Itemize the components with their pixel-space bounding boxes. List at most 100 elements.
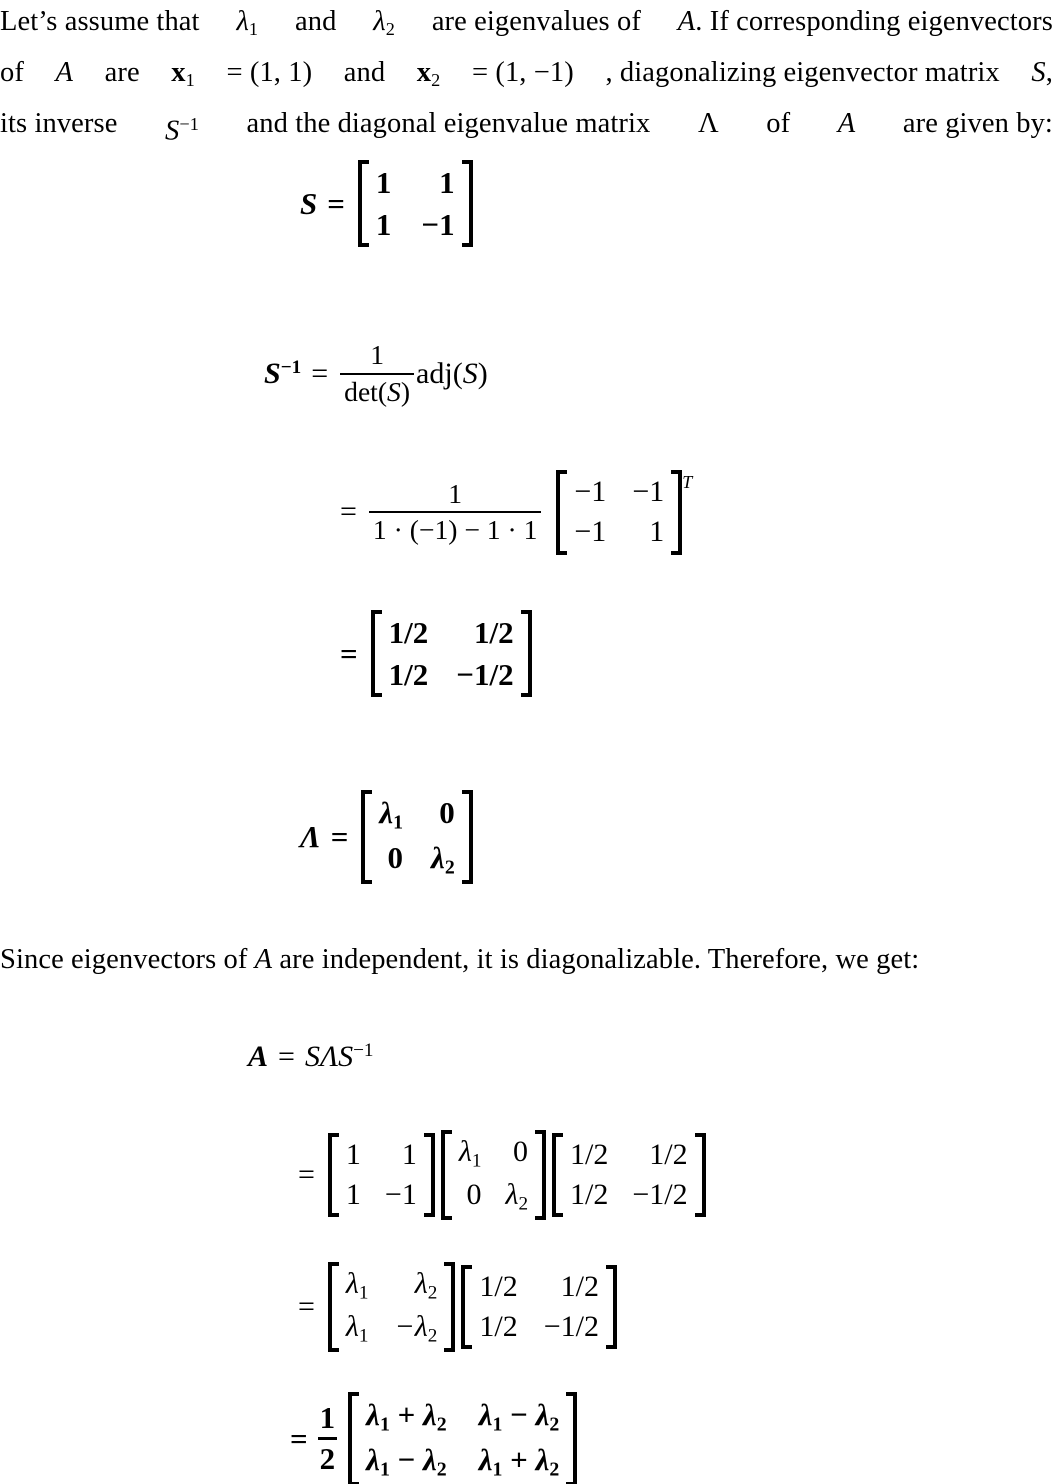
equation-S-inverse-result: = 1/2 1/2 1/2 −1/2 — [330, 610, 535, 698]
cell-subscript: 1 — [358, 1282, 369, 1304]
cell-term-2: λ — [423, 1397, 437, 1432]
cell-sub-1: 1 — [492, 1458, 503, 1481]
cell-term-2: λ — [423, 1441, 437, 1477]
matrix-S-inverse: 1/2 1/2 1/2 −1/2 — [368, 610, 535, 698]
cell-term-1: λ — [478, 1441, 493, 1477]
matrix-A-symbol-4: A — [254, 944, 273, 975]
intro-text-a: Let’s assume that — [0, 6, 200, 37]
matrix-S-inverse-exponent: −1 — [179, 114, 199, 135]
matrix-cell: λ1 — [458, 1133, 483, 1174]
cell-base: 0 — [466, 1177, 482, 1211]
adj-argument: S — [462, 356, 478, 390]
matrix-grid: 1/2 1/2 1/2 −1/2 — [472, 1265, 606, 1350]
equation-A-final: = 1 2 λ1 + λ2 λ1 − λ2 λ1 − λ2 λ1 + λ2 — [280, 1392, 580, 1484]
cell-base: 0 — [387, 839, 404, 875]
matrix-grid: λ1 λ2 λ1 −λ2 — [339, 1262, 444, 1352]
adj-expression: adj(S) — [416, 357, 488, 391]
matrix-cell: 1 — [345, 1177, 361, 1211]
fraction-one-half: 1 2 — [317, 1401, 338, 1477]
cell-base: 0 — [439, 795, 455, 830]
cell-sub-1: 1 — [379, 1413, 390, 1436]
intro-line3-b: and the diagonal eigenvalue matrix — [246, 108, 651, 140]
fraction-numerator: 1 — [448, 477, 463, 509]
bracket-right — [566, 1392, 578, 1484]
eigenvector-x1-subscript: 1 — [185, 70, 195, 91]
matrix-cell: λ1 + λ2 — [365, 1395, 448, 1438]
fraction-bar — [340, 372, 415, 375]
matrix-cell: 1/2 — [560, 1269, 599, 1303]
matrix-cell: 0 — [430, 793, 456, 836]
matrix-cell: λ1 + λ2 — [478, 1440, 561, 1483]
matrix-S-inverse-grid: 1/2 1/2 1/2 −1/2 — [382, 610, 521, 697]
fraction-one-over-det: 1 det(S) — [340, 339, 415, 408]
matrix-S-times-Lambda: λ1 λ2 λ1 −λ2 — [325, 1262, 458, 1352]
intro-line-3: its inverse S−1 and the diagonal eigenva… — [0, 102, 1053, 153]
fraction-denominator: 2 — [319, 1441, 336, 1477]
lambda-matrix-symbol: Λ — [697, 108, 719, 140]
matrix-Lambda: λ1 0 0 λ2 — [358, 790, 475, 884]
bracket-right — [461, 160, 473, 248]
matrix-A-final-grid: λ1 + λ2 λ1 − λ2 λ1 − λ2 λ1 + λ2 — [359, 1392, 566, 1484]
bracket-left — [327, 1132, 339, 1218]
equation-A-step-2: = λ1 λ2 λ1 −λ2 1/2 1/2 1/2 −1/2 — [288, 1262, 620, 1352]
transpose-exponent: T — [682, 472, 693, 492]
eigenvector-x1-symbol: x — [171, 57, 186, 89]
since-text-b: are independent, it is diagonalizable. T… — [279, 944, 920, 975]
matrix-A-symbol-2: A — [55, 57, 74, 89]
matrix-adjugate-grid: −1 −1 −1 1 — [567, 470, 671, 555]
matrix-cell: −1/2 — [632, 1177, 688, 1211]
cell-subscript: 1 — [471, 1150, 482, 1172]
cell-subscript: 2 — [427, 1325, 438, 1347]
matrix-cell: −1 — [421, 206, 455, 242]
matrix-cell: 1/2 — [570, 1177, 609, 1211]
cell-subscript: 2 — [444, 856, 455, 879]
cell-term-2: λ — [535, 1441, 550, 1477]
cell-sub-1: 1 — [492, 1413, 503, 1436]
intro-text-and-1: and — [294, 6, 337, 37]
cell-base: λ — [345, 1267, 359, 1300]
matrix-cell: 1/2 — [388, 615, 429, 650]
since-paragraph: Since eigenvectors of A are independent,… — [0, 938, 1053, 982]
intro-line2-of: of — [0, 57, 24, 89]
equation-A-rhs: SΛS−1 — [305, 1040, 374, 1074]
cell-base: λ — [414, 1267, 428, 1300]
equation-S-inverse-step: = 1 1 · (−1) − 1 · 1 −1 −1 −1 1 T — [330, 470, 695, 555]
eigenvector-x2-subscript: 2 — [431, 70, 441, 91]
adj-label: adj( — [416, 356, 463, 390]
matrix-S-grid: 1 1 1 −1 — [369, 160, 462, 247]
since-text-a: Since eigenvectors of — [0, 944, 248, 975]
fraction-denominator: 1 · (−1) − 1 · 1 — [372, 514, 538, 546]
lambda-1-subscript: 1 — [248, 19, 259, 40]
equation-A-lhs: A — [248, 1040, 269, 1073]
cell-base: λ — [458, 1135, 472, 1168]
eigenvector-x1-value: = (1, 1) — [226, 57, 313, 89]
matrix-cell: λ1 — [345, 1265, 370, 1306]
equation-S-equals: = — [327, 185, 345, 221]
intro-line-1: Let’s assume that λ1 and λ2 are eigenval… — [0, 0, 1053, 51]
equation-Sinv-equals: = — [311, 356, 329, 390]
matrix-cell: 0 — [378, 838, 404, 881]
fraction-bar — [317, 1437, 338, 1441]
equation-Sinv-result-equals: = — [340, 635, 358, 671]
matrix-cell: 0 — [504, 1133, 529, 1174]
matrix-cell: −λ2 — [394, 1308, 439, 1349]
matrix-cell: 1/2 — [473, 615, 514, 650]
equation-Sinv-lhs: S−1 — [264, 357, 301, 391]
since-line: Since eigenvectors of A are independent,… — [0, 938, 1053, 982]
lambda-1-symbol: λ — [236, 6, 249, 37]
bracket-right — [605, 1264, 617, 1350]
matrix-A-final: λ1 + λ2 λ1 − λ2 λ1 − λ2 λ1 + λ2 — [345, 1392, 580, 1484]
bracket-left — [370, 610, 382, 698]
cell-sub-2: 2 — [549, 1458, 560, 1481]
lambda-2-subscript: 2 — [385, 19, 395, 40]
bracket-left — [552, 1132, 564, 1218]
matrix-Lambda-grid: λ1 0 0 λ2 — [372, 790, 461, 884]
equation-Sinv-step-equals: = — [340, 495, 357, 529]
bracket-right — [535, 1130, 547, 1220]
matrix-cell: 1/2 — [649, 1137, 688, 1171]
document-page: Let’s assume that λ1 and λ2 are eigenval… — [0, 0, 1053, 1484]
matrix-cell: −1/2 — [543, 1309, 599, 1343]
equation-Lambda-equals: = — [330, 818, 349, 854]
bracket-right — [444, 1262, 456, 1352]
cell-base: λ — [379, 795, 394, 830]
